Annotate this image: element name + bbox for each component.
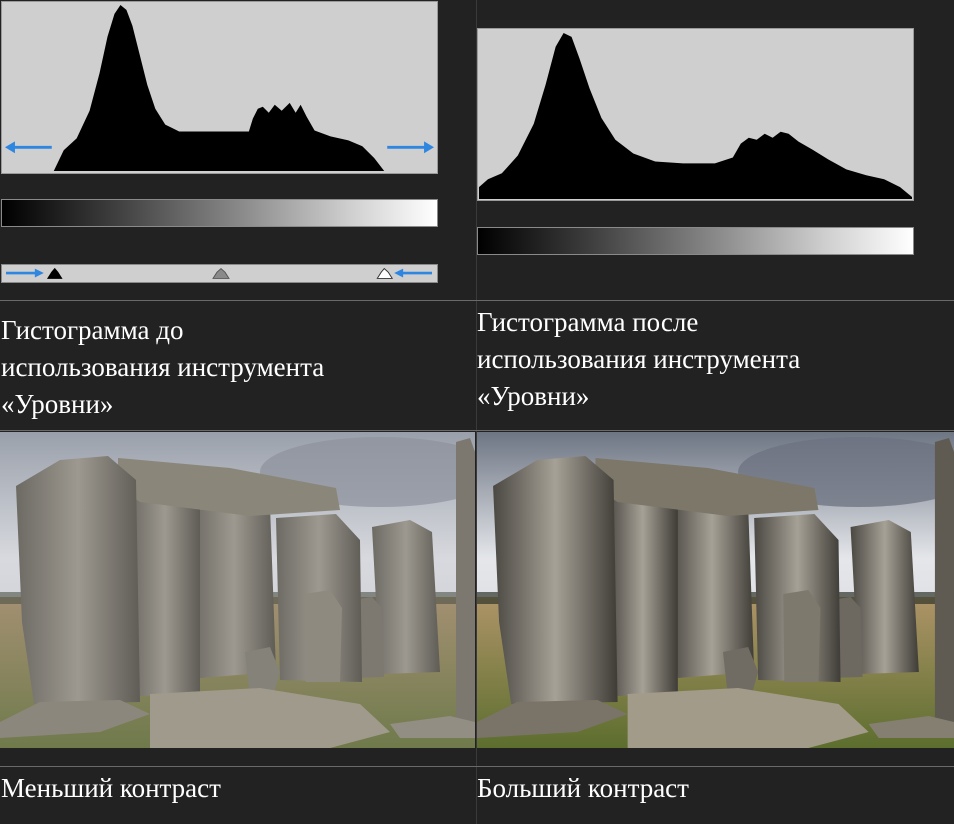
left-arrow-icon bbox=[4, 141, 52, 154]
white-point-slider-icon bbox=[376, 267, 394, 279]
caption-low-contrast: Меньший контраст bbox=[1, 773, 221, 803]
separator-middle bbox=[0, 430, 954, 431]
left-arrow-icon bbox=[5, 268, 44, 278]
caption-line: «Уровни» bbox=[477, 381, 590, 411]
separator-top bbox=[0, 300, 954, 301]
stonehenge-photo-low-contrast bbox=[0, 432, 475, 748]
histogram-before bbox=[1, 1, 438, 174]
tone-gradient-before bbox=[1, 199, 438, 227]
caption-line: Гистограмма после bbox=[477, 307, 699, 337]
caption-line: использования инструмента bbox=[1, 352, 325, 382]
midtone-slider-icon bbox=[212, 267, 230, 279]
right-arrow-icon bbox=[387, 141, 435, 154]
histogram-after bbox=[477, 28, 914, 201]
separator-bottom bbox=[0, 766, 954, 767]
left-arrow-icon bbox=[394, 268, 433, 278]
tone-gradient-after bbox=[477, 227, 914, 255]
caption-line: «Уровни» bbox=[1, 389, 114, 419]
black-point-slider-icon bbox=[46, 267, 63, 279]
caption-histogram-before: Гистограмма до использования инструмента… bbox=[1, 312, 324, 423]
caption-histogram-after: Гистограмма после использования инструме… bbox=[477, 304, 800, 415]
caption-high-contrast: Больший контраст bbox=[477, 773, 689, 803]
histogram-before-shape bbox=[53, 4, 385, 172]
caption-line: использования инструмента bbox=[477, 344, 801, 374]
levels-slider-bar[interactable] bbox=[1, 264, 438, 283]
histogram-after-shape bbox=[478, 32, 913, 200]
caption-line: Гистограмма до bbox=[1, 315, 184, 345]
stonehenge-photo-high-contrast bbox=[477, 432, 954, 748]
